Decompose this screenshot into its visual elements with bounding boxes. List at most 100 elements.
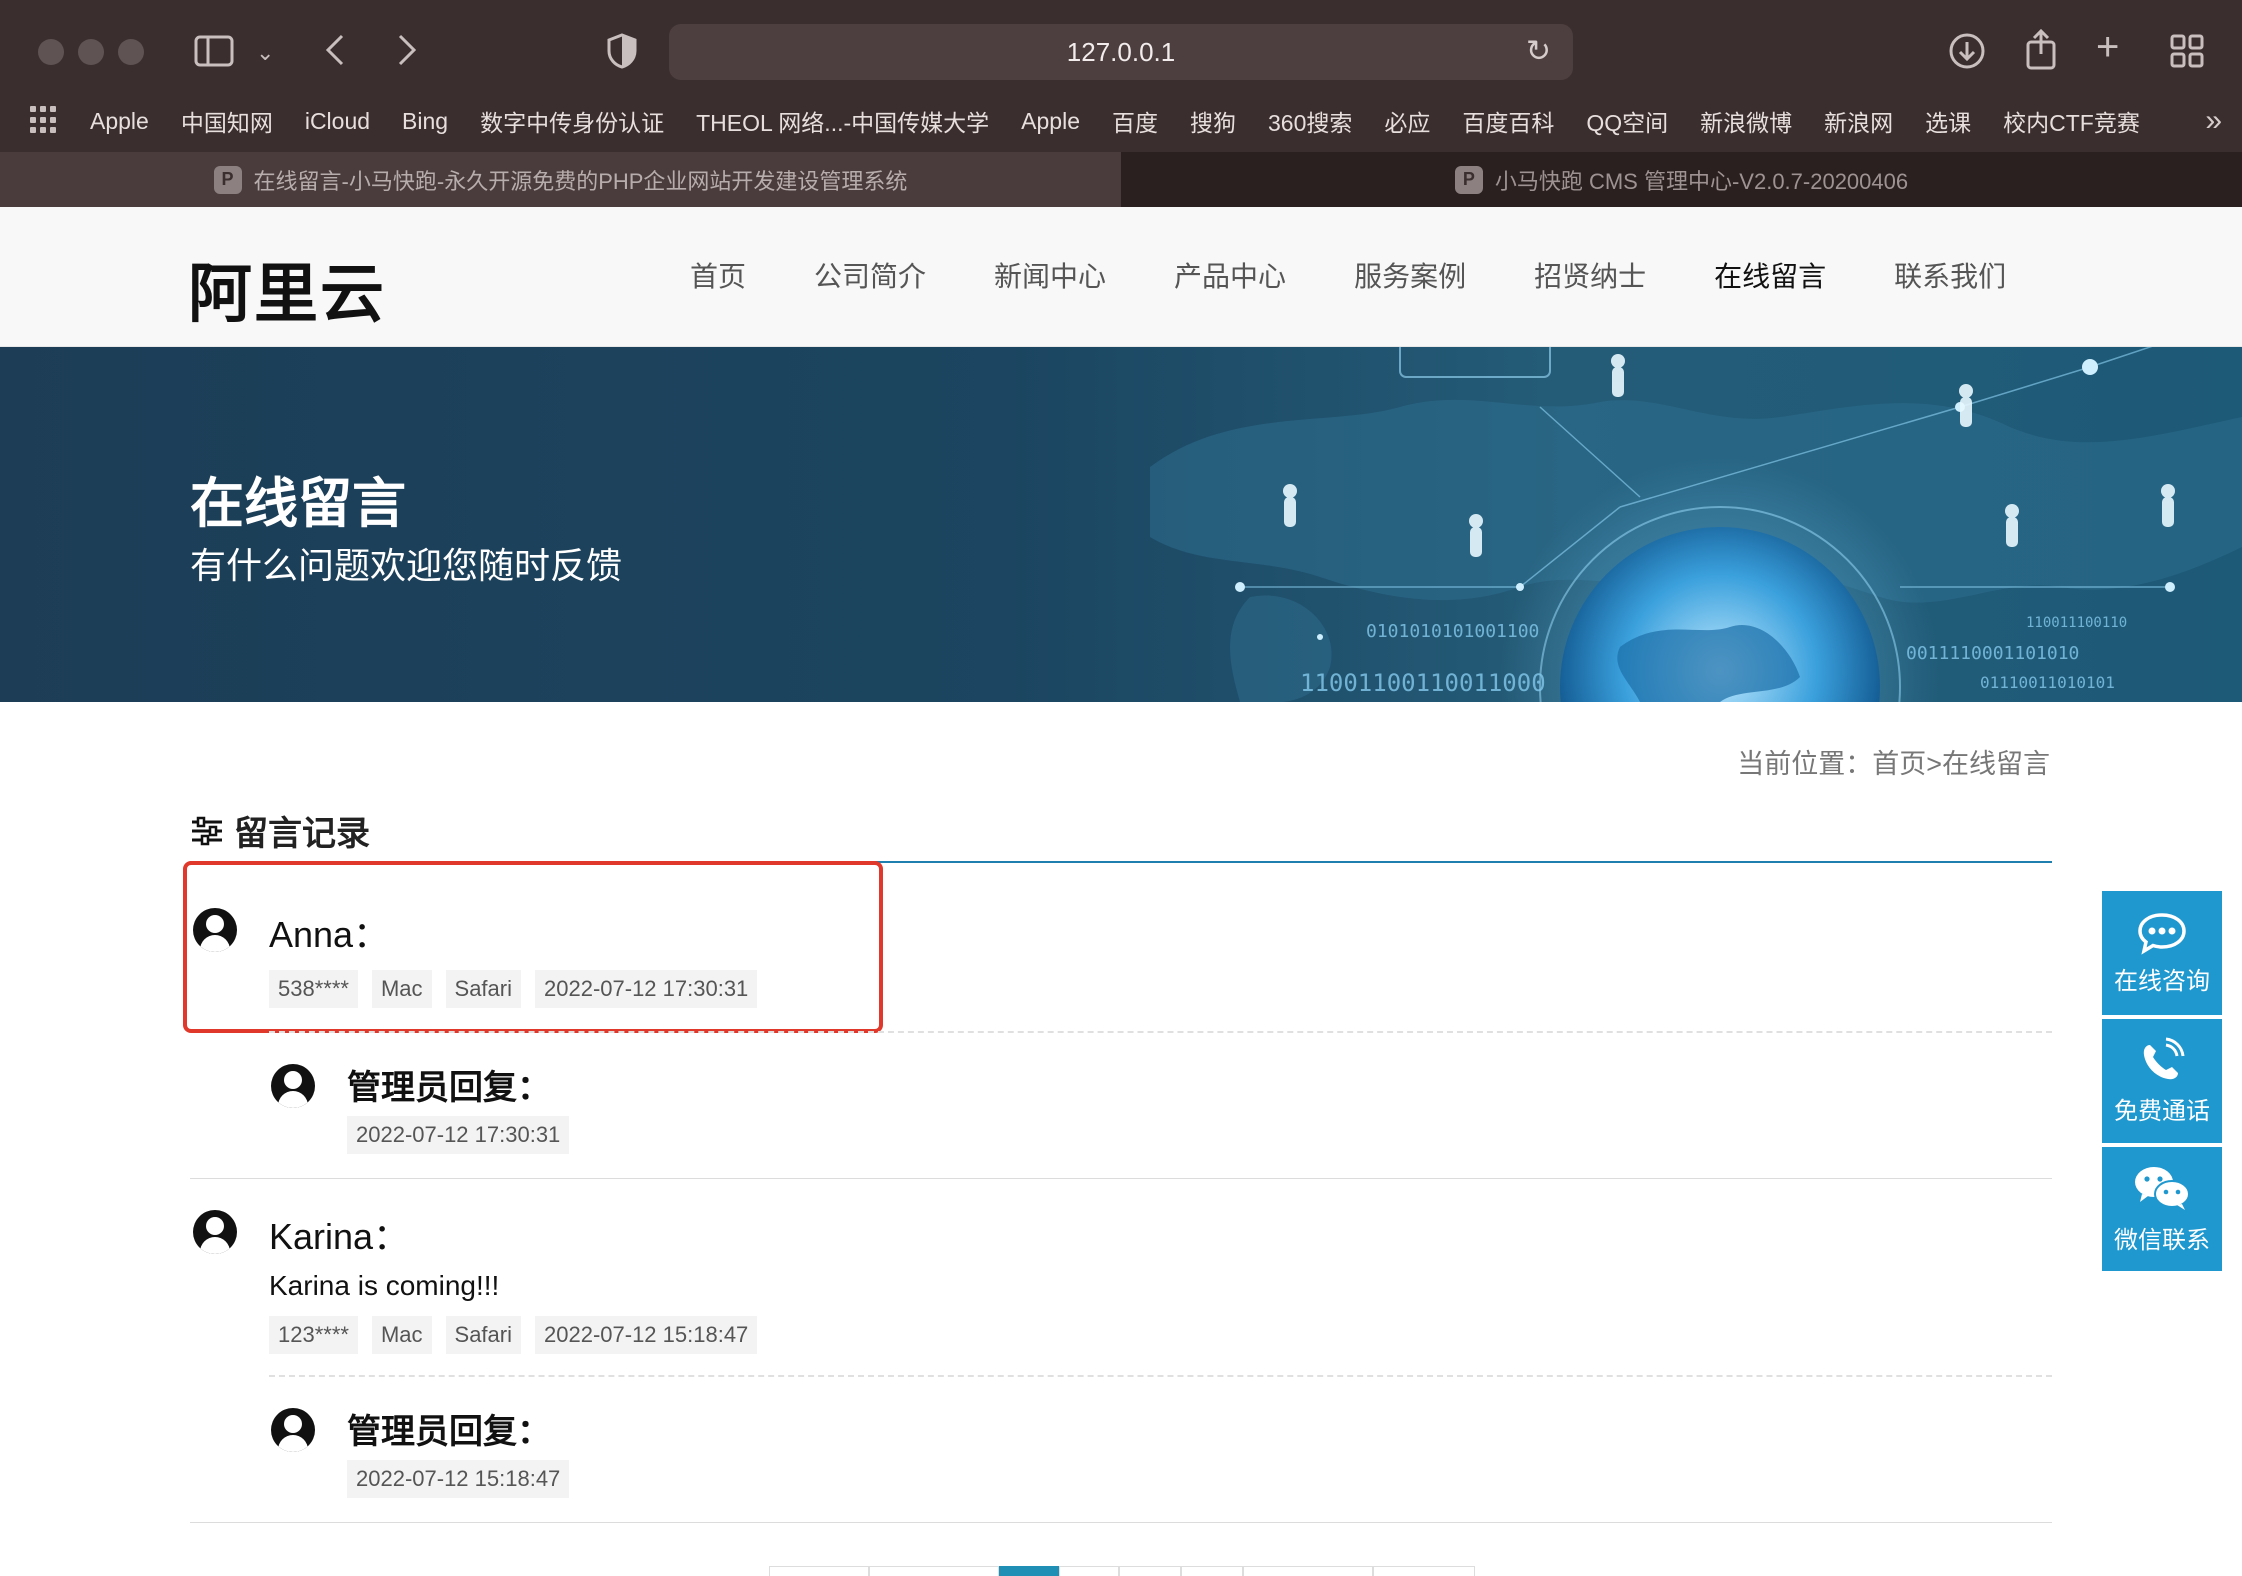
bookmark-item[interactable]: 校内CTF竞赛 xyxy=(2003,104,2140,138)
phone-icon xyxy=(2143,1037,2185,1079)
message-meta: 538**** Mac Safari 2022-07-12 17:30:31 xyxy=(269,970,758,1008)
share-icon[interactable] xyxy=(2024,28,2058,76)
reply-time: 2022-07-12 15:18:47 xyxy=(347,1460,570,1498)
meta-browser: Safari xyxy=(445,970,521,1008)
bookmark-item[interactable]: Apple xyxy=(90,108,149,135)
bookmark-item[interactable]: 搜狗 xyxy=(1190,104,1236,138)
nav-item[interactable]: 服务案例 xyxy=(1354,255,1466,295)
message-divider xyxy=(190,1178,2052,1179)
bookmark-item[interactable]: Bing xyxy=(402,108,448,135)
bookmark-item[interactable]: 百度 xyxy=(1112,104,1158,138)
user-avatar-icon xyxy=(193,1210,237,1254)
bookmark-item[interactable]: QQ空间 xyxy=(1586,104,1668,138)
float-button-label: 免费通话 xyxy=(2114,1096,2210,1125)
meta-time: 2022-07-12 17:30:31 xyxy=(535,970,758,1008)
tab-title: 在线留言-小马快跑-永久开源免费的PHP企业网站开发建设管理系统 xyxy=(253,168,908,194)
close-window-button[interactable] xyxy=(38,39,64,65)
bookmark-item[interactable]: 数字中传身份认证 xyxy=(480,104,664,138)
binary-text: 0101010101001100 xyxy=(1366,621,1540,642)
forward-icon[interactable] xyxy=(392,32,420,74)
admin-reply-label: 管理员回复： xyxy=(347,1068,551,1108)
binary-text: 01110011010101 xyxy=(1980,673,2115,692)
reply-divider xyxy=(269,1031,2052,1033)
nav-item[interactable]: 产品中心 xyxy=(1174,255,1286,295)
grid-icon[interactable] xyxy=(2170,34,2204,74)
zoom-window-button[interactable] xyxy=(118,39,144,65)
address-bar[interactable]: 127.0.0.1 ↻ xyxy=(669,24,1573,80)
reply-divider xyxy=(269,1375,2052,1377)
bookmark-item[interactable]: 必应 xyxy=(1384,104,1430,138)
section-title-text: 留言记录 xyxy=(234,814,370,854)
online-consult-button[interactable]: 在线咨询 xyxy=(2102,891,2222,1015)
bookmark-item[interactable]: 百度百科 xyxy=(1462,104,1554,138)
pagination xyxy=(769,1566,1475,1576)
message-author: Anna： xyxy=(269,914,390,955)
page-button[interactable] xyxy=(1119,1566,1181,1576)
site-favicon-icon: P xyxy=(213,165,242,194)
meta-time: 2022-07-12 15:18:47 xyxy=(535,1316,758,1354)
site-favicon-icon: P xyxy=(1454,165,1483,194)
page-first-button[interactable] xyxy=(769,1566,869,1576)
shield-icon[interactable] xyxy=(606,32,638,76)
sidebar-icon[interactable] xyxy=(194,34,234,74)
reload-icon[interactable]: ↻ xyxy=(1526,34,1551,69)
download-icon[interactable] xyxy=(1948,32,1986,76)
admin-reply-label: 管理员回复： xyxy=(347,1412,551,1452)
nav-item[interactable]: 联系我们 xyxy=(1894,255,2006,295)
binary-text: 110011100110 xyxy=(2026,615,2128,631)
page-current-button[interactable] xyxy=(999,1566,1059,1576)
tab-bar: P 在线留言-小马快跑-永久开源免费的PHP企业网站开发建设管理系统 P 小马快… xyxy=(0,152,2242,207)
apps-grid-icon[interactable] xyxy=(30,106,58,134)
browser-chrome: ⌄ 127.0.0.1 ↻ + Apple 中国知网 iCloud Bing 数字中传身… xyxy=(0,0,2242,207)
bookmarks-bar: Apple 中国知网 iCloud Bing 数字中传身份认证 THEOL 网络...-中… xyxy=(90,100,2140,142)
message-meta: 123**** Mac Safari 2022-07-12 15:18:47 xyxy=(269,1316,758,1354)
nav-item[interactable]: 新闻中心 xyxy=(994,255,1106,295)
nav-item[interactable]: 在线留言 xyxy=(1714,255,1826,295)
page-last-button[interactable] xyxy=(1373,1566,1475,1576)
bookmark-item[interactable]: iCloud xyxy=(305,108,370,135)
bookmark-item[interactable]: 新浪微博 xyxy=(1700,104,1792,138)
nav-item[interactable]: 公司简介 xyxy=(814,255,926,295)
user-avatar-icon xyxy=(193,908,237,952)
banner-subtitle: 有什么问题欢迎您随时反馈 xyxy=(190,546,623,587)
wechat-contact-button[interactable]: 微信联系 xyxy=(2102,1147,2222,1271)
banner-title: 在线留言 xyxy=(190,472,406,535)
section-title: 留言记录 xyxy=(190,806,370,855)
nav-item[interactable]: 首页 xyxy=(690,255,746,295)
tab-cms-admin[interactable]: P 小马快跑 CMS 管理中心-V2.0.7-20200406 xyxy=(1121,152,2242,207)
nav-item[interactable]: 招贤纳士 xyxy=(1534,255,1646,295)
site-header: 阿里云 首页 公司简介 新闻中心 产品中心 服务案例 招贤纳士 在线留言 联系我们 xyxy=(0,207,2242,347)
chevron-down-icon[interactable]: ⌄ xyxy=(256,36,274,70)
more-bookmarks-icon[interactable]: » xyxy=(2205,104,2222,138)
meta-phone: 123**** xyxy=(269,1316,358,1354)
free-call-button[interactable]: 免费通话 xyxy=(2102,1019,2222,1143)
plus-icon[interactable]: + xyxy=(2096,27,2119,67)
message-content: Karina is coming!!! xyxy=(269,1270,500,1301)
tab-guestbook[interactable]: P 在线留言-小马快跑-永久开源免费的PHP企业网站开发建设管理系统 xyxy=(0,152,1121,207)
bookmark-item[interactable]: 选课 xyxy=(1925,104,1971,138)
bookmark-item[interactable]: Apple xyxy=(1021,108,1080,135)
browser-toolbar: ⌄ 127.0.0.1 ↻ + xyxy=(0,0,2242,100)
minimize-window-button[interactable] xyxy=(78,39,104,65)
admin-avatar-icon xyxy=(271,1064,315,1108)
site-logo[interactable]: 阿里云 xyxy=(188,243,386,335)
bookmark-item[interactable]: 中国知网 xyxy=(181,104,273,138)
reply-time: 2022-07-12 17:30:31 xyxy=(347,1116,570,1154)
page-prev-button[interactable] xyxy=(869,1566,999,1576)
tab-title: 小马快跑 CMS 管理中心-V2.0.7-20200406 xyxy=(1494,168,1909,194)
breadcrumb[interactable]: 当前位置：首页>在线留言 xyxy=(1737,742,2050,781)
page-banner: 0101010101001100 11001100110011000 00111… xyxy=(0,347,2242,702)
page-next-button[interactable] xyxy=(1243,1566,1373,1576)
page-button[interactable] xyxy=(1059,1566,1119,1576)
binary-text: 11001100110011000 xyxy=(1300,669,1546,697)
bookmark-item[interactable]: 360搜索 xyxy=(1268,104,1352,138)
bookmark-item[interactable]: THEOL 网络...-中国传媒大学 xyxy=(696,104,989,138)
reply-meta: 2022-07-12 15:18:47 xyxy=(347,1460,570,1498)
url-text: 127.0.0.1 xyxy=(1066,36,1176,67)
message-author: Karina： xyxy=(269,1216,410,1257)
main-nav: 首页 公司简介 新闻中心 产品中心 服务案例 招贤纳士 在线留言 联系我们 xyxy=(690,255,2006,295)
float-button-label: 微信联系 xyxy=(2114,1225,2210,1254)
bookmark-item[interactable]: 新浪网 xyxy=(1824,104,1893,138)
back-icon[interactable] xyxy=(322,32,350,74)
page-button[interactable] xyxy=(1181,1566,1243,1576)
